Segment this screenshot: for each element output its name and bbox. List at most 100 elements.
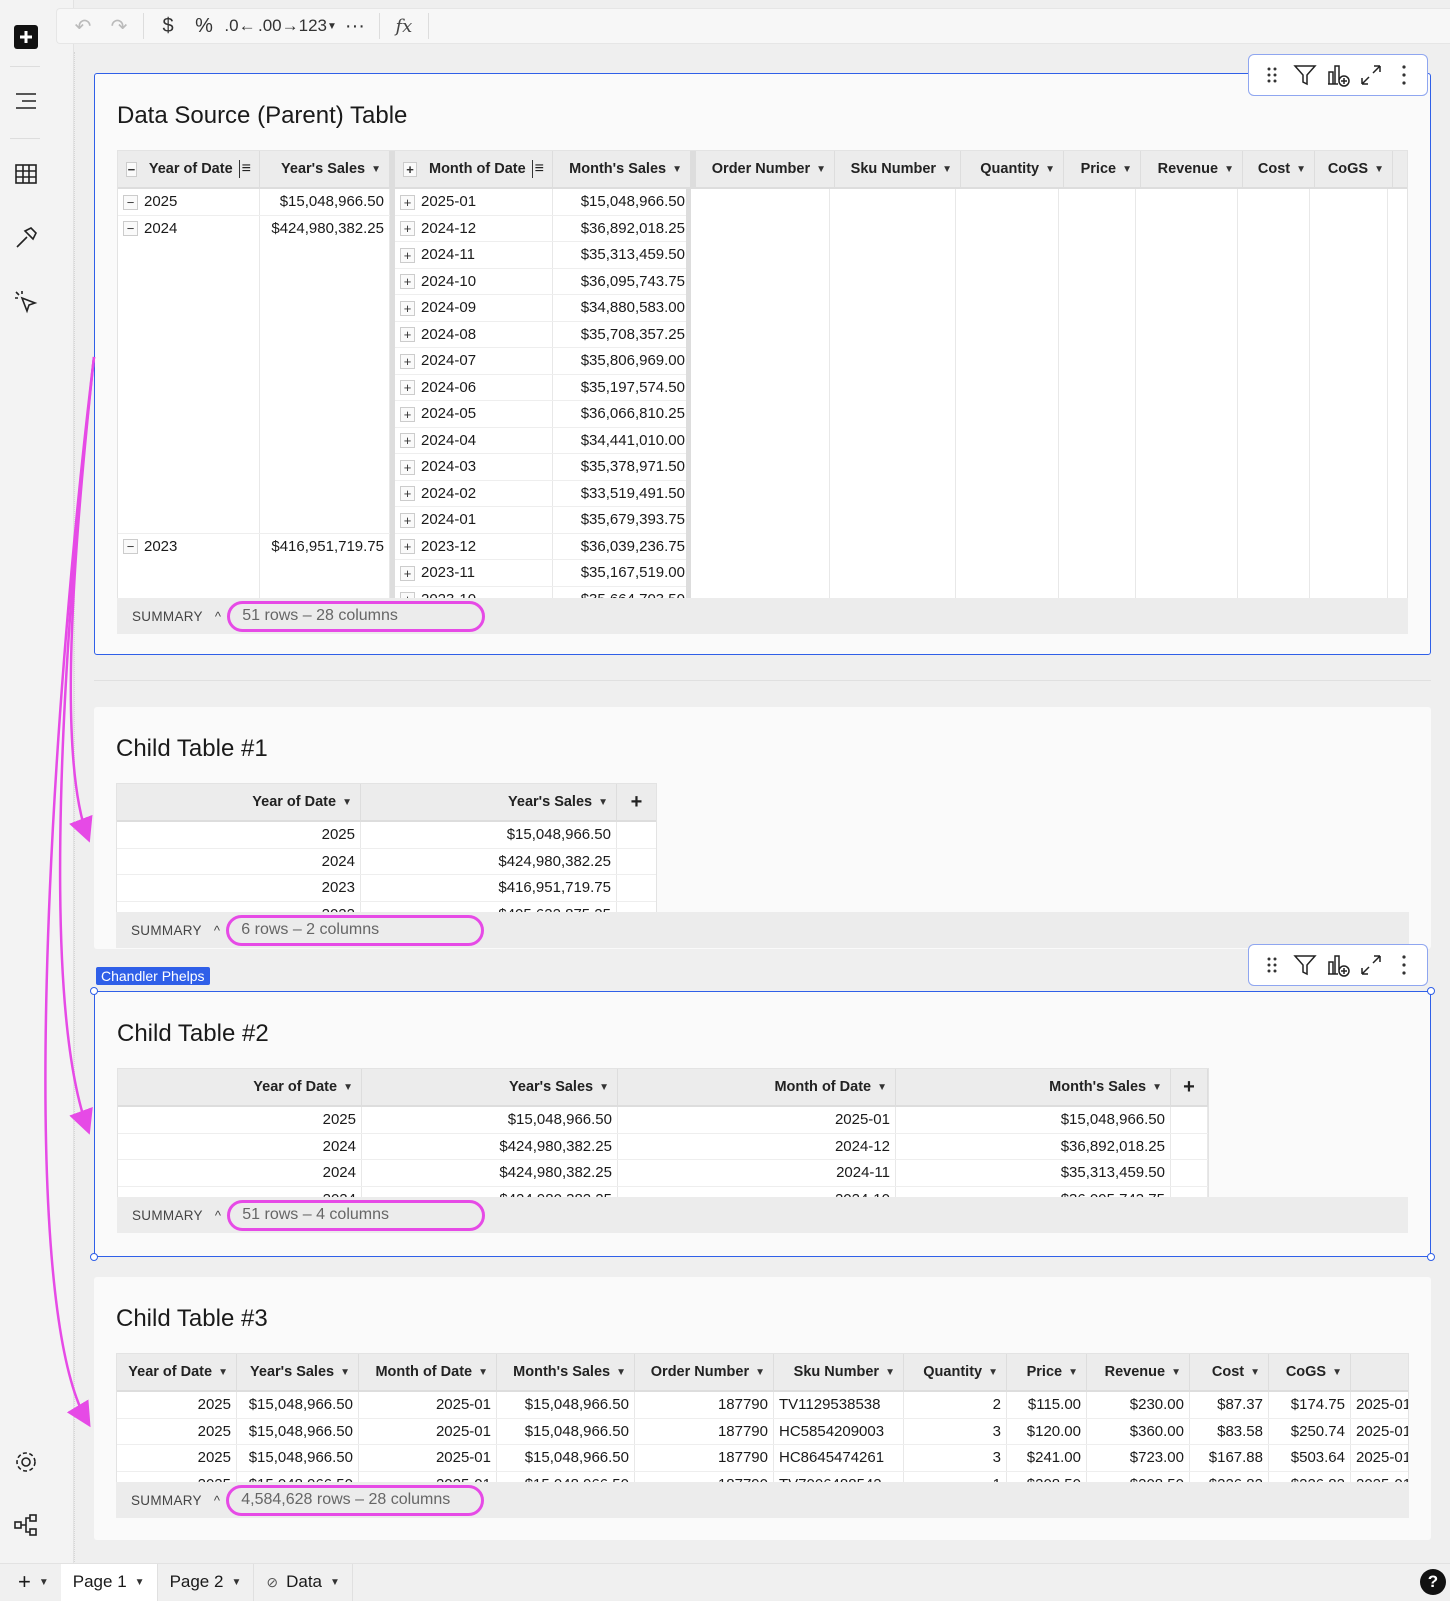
caret-down-icon[interactable]: ▼ <box>371 164 381 175</box>
child-table-1-summary-bar[interactable]: SUMMARY ^ 6 rows – 2 columns <box>116 912 1409 948</box>
table-cell[interactable]: $226.82 <box>1269 1471 1351 1482</box>
caret-down-icon[interactable]: ▼ <box>1374 164 1384 175</box>
caret-down-icon[interactable]: ▼ <box>988 1367 998 1378</box>
year-cell[interactable]: −2025 <box>118 189 260 215</box>
chevron-up-icon[interactable]: ^ <box>214 923 220 938</box>
table-cell[interactable]: 3 <box>904 1418 1007 1444</box>
table-cell[interactable]: $15,048,966.50 <box>497 1471 635 1482</box>
month-sales-cell[interactable]: $35,679,393.75 <box>553 507 691 533</box>
chevron-up-icon[interactable]: ^ <box>215 1208 221 1223</box>
column-header[interactable]: Revenue ▼ <box>1141 151 1243 187</box>
table-cell[interactable]: 2025-01 <box>1351 1392 1408 1418</box>
month-sales-cell[interactable]: $35,664,703.50 <box>553 586 691 598</box>
column-header[interactable]: CoGS ▼ <box>1315 151 1393 187</box>
table-cell[interactable]: $35,313,459.50 <box>896 1160 1171 1186</box>
caret-down-icon[interactable]: ▼ <box>1068 1367 1078 1378</box>
chevron-up-icon[interactable]: ^ <box>214 1493 220 1508</box>
table-cell[interactable]: $87.37 <box>1190 1392 1269 1418</box>
column-header[interactable]: Sku Number ▼ <box>835 151 961 187</box>
table-cell[interactable]: 2025 <box>117 1471 237 1482</box>
column-header[interactable]: D <box>1393 151 1407 187</box>
collapse-icon[interactable]: − <box>123 539 138 555</box>
month-cell[interactable]: +2024-03 <box>395 454 553 480</box>
table-cell[interactable]: 2025-01 <box>1351 1419 1408 1445</box>
column-header[interactable]: Price ▼ <box>1064 151 1141 187</box>
cursor-click-icon[interactable] <box>12 288 40 316</box>
month-cell[interactable]: +2024-12 <box>395 215 553 241</box>
table-cell[interactable]: $424,980,382.25 <box>362 1133 618 1159</box>
table-cell[interactable]: 2025 <box>117 822 361 848</box>
caret-down-icon[interactable]: ▼ <box>598 797 608 808</box>
column-header[interactable]: Year of Date ▼ <box>117 784 361 820</box>
caret-down-icon[interactable]: ▼ <box>1171 1367 1181 1378</box>
add-element-button[interactable] <box>12 23 40 51</box>
month-sales-cell[interactable]: $35,167,519.00 <box>553 560 691 586</box>
percent-format-button[interactable]: % <box>186 8 222 44</box>
column-header[interactable]: Year's Sales ▼ <box>237 1354 359 1390</box>
table-cell[interactable]: 2025 <box>117 1418 237 1444</box>
help-button[interactable]: ? <box>1420 1569 1446 1595</box>
expand-icon[interactable]: + <box>400 539 415 555</box>
gear-icon[interactable] <box>12 1448 40 1476</box>
month-sales-cell[interactable]: $35,313,459.50 <box>553 242 691 268</box>
table-cell[interactable]: $226.82 <box>1190 1471 1269 1482</box>
month-sales-cell[interactable]: $36,095,743.75 <box>553 268 691 294</box>
filter-icon[interactable] <box>1292 952 1318 978</box>
child-table-2-card[interactable]: Child Table #2 Year of Date ▼ Year's Sales… <box>94 991 1431 1257</box>
table-cell[interactable]: 2025-01 <box>359 1418 497 1444</box>
tab-data[interactable]: ⊘ Data ▼ <box>254 1563 353 1601</box>
add-column-button[interactable]: + <box>617 784 656 820</box>
expand-icon[interactable]: + <box>400 300 415 316</box>
caret-down-icon[interactable]: ▼ <box>1045 164 1055 175</box>
column-header[interactable]: Month of Date ▼ <box>618 1069 896 1105</box>
add-chart-icon[interactable] <box>1325 952 1351 978</box>
month-cell[interactable]: +2023-11 <box>395 560 553 586</box>
caret-down-icon[interactable]: ▼ <box>1250 1367 1260 1378</box>
child-table-3-card[interactable]: Child Table #3 Year of Date ▼ Year's Sales… <box>94 1277 1431 1540</box>
table-cell[interactable]: 2024-11 <box>618 1160 896 1186</box>
add-page-button[interactable]: + ▼ <box>0 1564 61 1601</box>
caret-down-icon[interactable]: ▼ <box>816 164 826 175</box>
drag-handle-icon[interactable] <box>1259 62 1285 88</box>
sort-icon[interactable]: ≡ <box>531 160 544 178</box>
table-cell[interactable]: 2024 <box>118 1133 362 1159</box>
month-cell[interactable]: +2024-02 <box>395 480 553 506</box>
table-cell[interactable]: $15,048,966.50 <box>237 1471 359 1482</box>
month-sales-cell[interactable]: $35,197,574.50 <box>553 374 691 400</box>
column-header[interactable]: Month's Sales ▼ <box>553 151 691 187</box>
table-cell[interactable]: $230.00 <box>1087 1392 1190 1418</box>
column-header[interactable]: + Month of Date ≡ <box>395 151 553 187</box>
table-cell[interactable]: HC5854209003 <box>774 1418 904 1444</box>
parent-table-card[interactable]: Data Source (Parent) Table − Year of Date… <box>94 73 1431 655</box>
month-sales-cell[interactable]: $36,892,018.25 <box>553 215 691 241</box>
expand-icon[interactable]: + <box>403 161 417 177</box>
column-header[interactable]: Order Number ▼ <box>635 1354 774 1390</box>
table-cell[interactable]: $360.00 <box>1087 1418 1190 1444</box>
column-header[interactable]: Revenue ▼ <box>1087 1354 1190 1390</box>
add-chart-icon[interactable] <box>1325 62 1351 88</box>
month-cell[interactable]: +2024-06 <box>395 374 553 400</box>
resize-handle[interactable] <box>1427 1253 1435 1261</box>
decrease-decimals-button[interactable]: .0 ← <box>222 8 258 44</box>
resize-handle[interactable] <box>1427 987 1435 995</box>
column-header[interactable]: Year of Date ▼ <box>117 1354 237 1390</box>
column-header[interactable]: Cost ▼ <box>1243 151 1315 187</box>
column-header[interactable]: Sku Number ▼ <box>774 1354 904 1390</box>
column-header[interactable]: Price ▼ <box>1007 1354 1087 1390</box>
month-sales-cell[interactable]: $35,806,969.00 <box>553 348 691 374</box>
resize-handle[interactable] <box>90 1253 98 1261</box>
caret-down-icon[interactable]: ▼ <box>1152 1082 1162 1093</box>
table-cell[interactable]: $36,892,018.25 <box>896 1133 1171 1159</box>
lineage-icon[interactable] <box>12 1511 40 1539</box>
month-sales-cell[interactable]: $35,378,971.50 <box>553 454 691 480</box>
column-header[interactable]: Month's Sales ▼ <box>896 1069 1171 1105</box>
table-cell[interactable]: $120.00 <box>1007 1418 1087 1444</box>
tab-page-1[interactable]: Page 1 ▼ <box>60 1563 158 1601</box>
table-cell[interactable]: 2025-01 <box>1351 1445 1408 1471</box>
expand-icon[interactable]: + <box>400 459 415 475</box>
month-cell[interactable]: +2024-07 <box>395 348 553 374</box>
table-cell[interactable]: 2024-12 <box>618 1133 896 1159</box>
table-cell[interactable]: $15,048,966.50 <box>362 1107 618 1133</box>
table-cell[interactable]: 2024 <box>118 1186 362 1197</box>
caret-down-icon[interactable]: ▼ <box>599 1082 609 1093</box>
